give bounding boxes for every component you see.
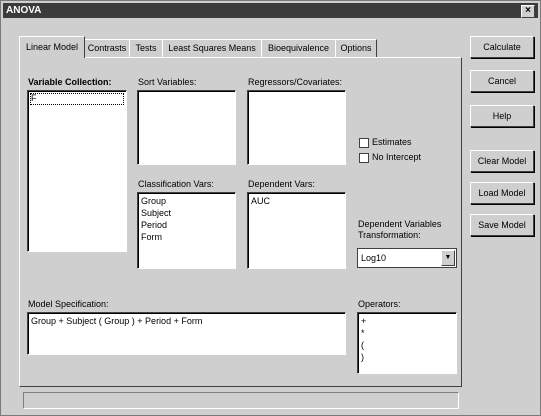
- model-specification-field[interactable]: Group + Subject ( Group ) + Period + For…: [27, 312, 346, 355]
- classification-vars-list[interactable]: Group Subject Period Form: [137, 192, 236, 269]
- transformation-label: Dependent Variables Transformation:: [358, 219, 442, 240]
- dependent-vars-label: Dependent Vars:: [248, 179, 315, 189]
- sort-variables-list[interactable]: [137, 90, 236, 165]
- list-item[interactable]: Form: [141, 232, 162, 242]
- regressors-list[interactable]: [247, 90, 346, 165]
- transformation-value: Log10: [361, 253, 387, 263]
- no-intercept-label: No Intercept: [372, 152, 422, 162]
- variable-collection-list[interactable]: F: [27, 90, 127, 252]
- sort-variables-label: Sort Variables:: [138, 77, 197, 87]
- load-model-button[interactable]: Load Model: [470, 182, 534, 204]
- window-title: ANOVA: [6, 5, 42, 16]
- calculate-button[interactable]: Calculate: [470, 36, 534, 58]
- anova-dialog: ANOVA × Linear Model Contrasts Tests Lea…: [0, 0, 541, 416]
- variable-collection-label: Variable Collection:: [28, 77, 112, 87]
- list-item[interactable]: *: [361, 328, 365, 338]
- list-item[interactable]: Group: [141, 196, 166, 206]
- tab-linear-model[interactable]: Linear Model: [19, 36, 85, 58]
- clear-model-button[interactable]: Clear Model: [470, 150, 534, 172]
- tab-bioequivalence[interactable]: Bioequivalence: [261, 39, 336, 57]
- list-item[interactable]: Period: [141, 220, 167, 230]
- list-item[interactable]: Subject: [141, 208, 171, 218]
- list-item[interactable]: (: [361, 340, 364, 350]
- operators-label: Operators:: [358, 299, 401, 309]
- title-bar: ANOVA ×: [3, 3, 538, 18]
- model-specification-text: Group + Subject ( Group ) + Period + For…: [31, 316, 203, 326]
- tab-least-squares-means[interactable]: Least Squares Means: [162, 39, 262, 57]
- list-item[interactable]: +: [361, 316, 366, 326]
- operators-list[interactable]: + * ( ): [357, 312, 457, 374]
- list-item[interactable]: AUC: [251, 196, 270, 206]
- save-model-button[interactable]: Save Model: [470, 214, 534, 236]
- tab-contrasts[interactable]: Contrasts: [84, 39, 130, 57]
- no-intercept-checkbox[interactable]: [359, 153, 369, 163]
- transformation-dropdown[interactable]: Log10 ▼: [357, 248, 457, 268]
- model-specification-label: Model Specification:: [28, 299, 109, 309]
- regressors-label: Regressors/Covariates:: [248, 77, 343, 87]
- status-bar: [23, 392, 459, 409]
- estimates-label: Estimates: [372, 137, 412, 147]
- classification-vars-label: Classification Vars:: [138, 179, 214, 189]
- tab-options[interactable]: Options: [335, 39, 377, 57]
- dependent-vars-list[interactable]: AUC: [247, 192, 346, 269]
- cancel-button[interactable]: Cancel: [470, 70, 534, 92]
- close-button[interactable]: ×: [521, 5, 535, 18]
- list-item[interactable]: F: [31, 93, 37, 103]
- chevron-down-icon[interactable]: ▼: [441, 250, 455, 266]
- estimates-checkbox[interactable]: [359, 138, 369, 148]
- list-item[interactable]: ): [361, 352, 364, 362]
- help-button[interactable]: Help: [470, 105, 534, 127]
- list-selection: [30, 93, 124, 105]
- tab-tests[interactable]: Tests: [129, 39, 163, 57]
